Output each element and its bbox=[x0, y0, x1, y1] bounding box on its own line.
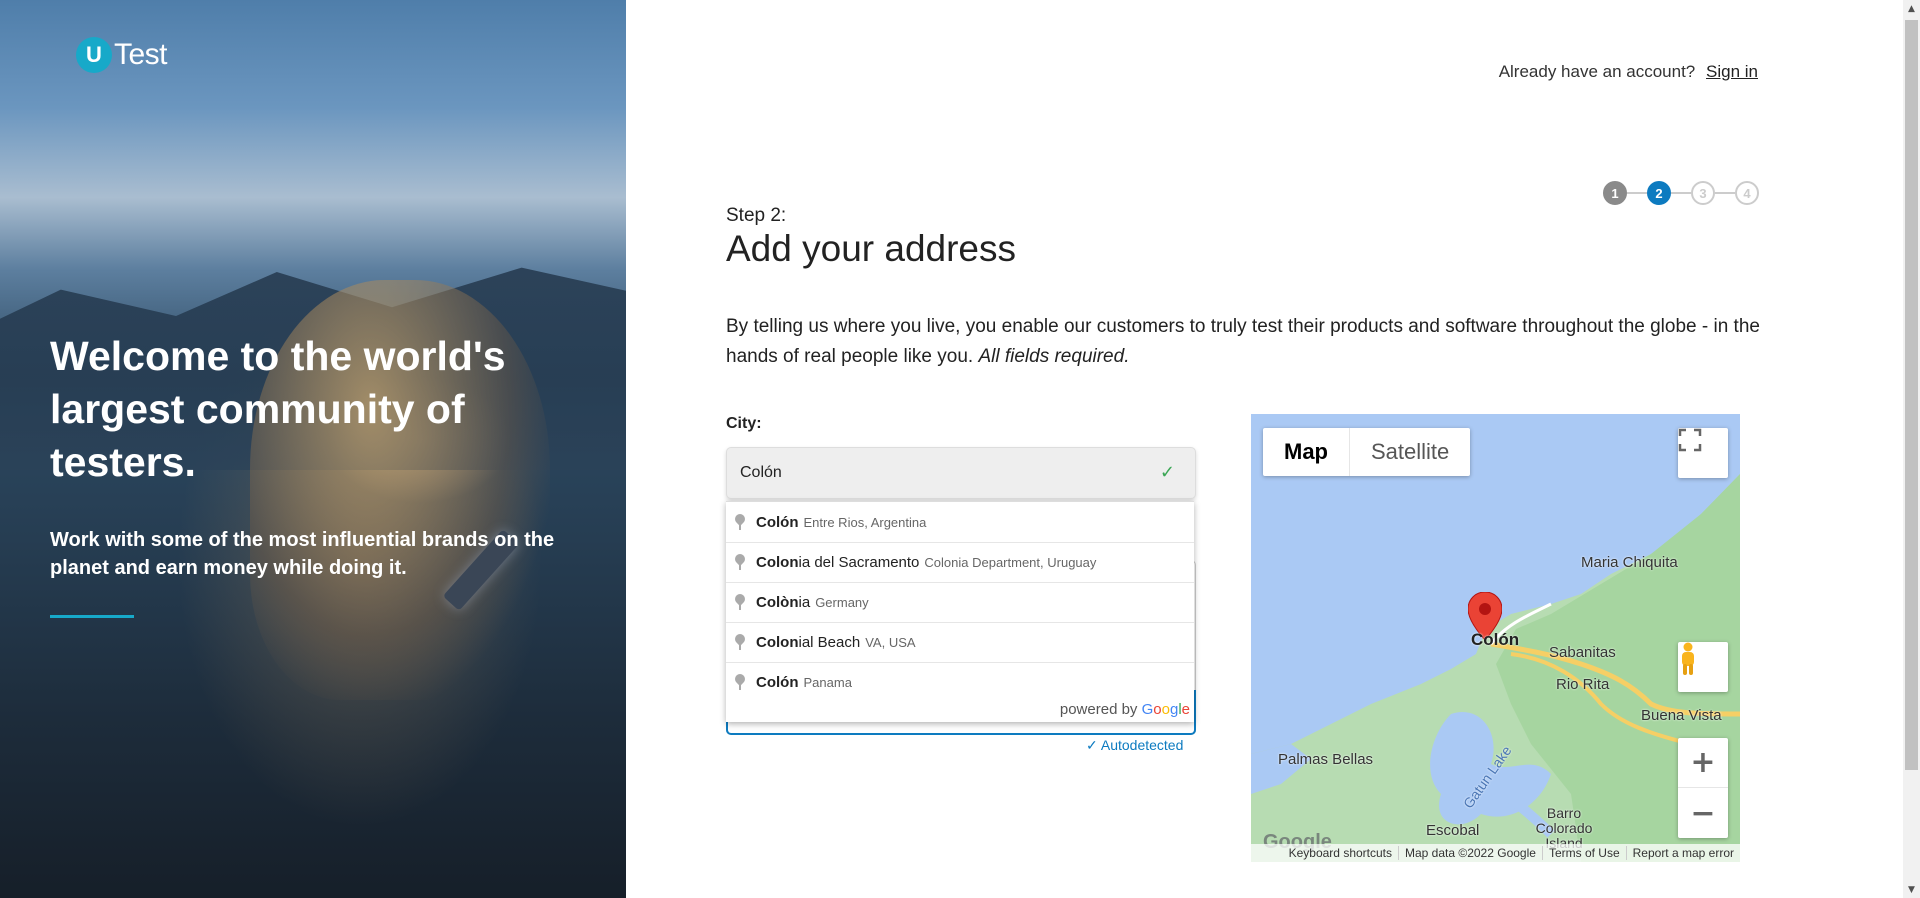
signin-link[interactable]: Sign in bbox=[1706, 62, 1758, 81]
map-label-maria-chiquita: Maria Chiquita bbox=[1581, 554, 1678, 571]
signin-prompt: Already have an account? bbox=[1498, 62, 1696, 81]
step-connector bbox=[1715, 192, 1735, 194]
step-4: 4 bbox=[1735, 181, 1759, 205]
utest-logo[interactable]: U Test bbox=[76, 37, 168, 73]
map-pin-icon bbox=[734, 594, 746, 611]
step-2: 2 bbox=[1647, 181, 1671, 205]
logo-text: Test bbox=[114, 38, 168, 71]
city-field[interactable]: ✓ bbox=[726, 447, 1196, 499]
step-connector bbox=[1627, 192, 1647, 194]
step-3: 3 bbox=[1691, 181, 1715, 205]
map-label-colon: Colón bbox=[1471, 630, 1520, 649]
map-label-escobal: Escobal bbox=[1426, 822, 1480, 839]
zoom-in-button[interactable]: + bbox=[1678, 738, 1728, 788]
signin-row: Already have an account? Sign in bbox=[1499, 62, 1758, 82]
autocomplete-secondary: Entre Rios, Argentina bbox=[803, 514, 927, 530]
autocomplete-match: Colon bbox=[756, 634, 799, 651]
step-connector bbox=[1671, 192, 1691, 194]
city-autocomplete-dropdown: Colón Entre Rios, Argentina Colon ia del … bbox=[726, 501, 1194, 722]
map-pin-icon bbox=[734, 634, 746, 651]
autocomplete-item[interactable]: Colòn ia Germany bbox=[726, 582, 1194, 622]
fullscreen-icon bbox=[1678, 428, 1702, 452]
check-icon: ✓ bbox=[1159, 462, 1175, 483]
page-title: Add your address bbox=[726, 228, 1017, 269]
fullscreen-button[interactable] bbox=[1678, 428, 1728, 478]
report-map-error-link[interactable]: Report a map error bbox=[1625, 846, 1740, 860]
map-data-attribution: Map data ©2022 Google bbox=[1398, 846, 1542, 860]
scroll-down-arrow[interactable]: ▼ bbox=[1903, 881, 1920, 898]
step-label: Step 2: bbox=[726, 205, 787, 226]
map-pin-icon bbox=[734, 674, 746, 691]
powered-by-google: powered by Google bbox=[1060, 701, 1190, 718]
autocomplete-item[interactable]: Colon ial Beach VA, USA bbox=[726, 622, 1194, 662]
zoom-controls: + − bbox=[1678, 738, 1728, 838]
scroll-thumb[interactable] bbox=[1905, 20, 1918, 770]
location-map[interactable]: Map Satellite + − Maria Chiquita Colón S… bbox=[1251, 414, 1740, 862]
pegman-icon bbox=[1682, 642, 1694, 675]
intro-emphasis: All fields required. bbox=[978, 346, 1130, 367]
scroll-up-arrow[interactable]: ▲ bbox=[1903, 0, 1920, 17]
street-view-button[interactable] bbox=[1678, 642, 1728, 692]
map-type-satellite-button[interactable]: Satellite bbox=[1350, 428, 1470, 476]
hero-panel: U Test Welcome to the world's largest co… bbox=[0, 0, 626, 898]
autocomplete-rest: ia bbox=[798, 594, 811, 611]
autocomplete-match: Colòn bbox=[756, 594, 799, 611]
zoom-out-button[interactable]: − bbox=[1678, 788, 1728, 838]
city-label: City: bbox=[726, 415, 762, 432]
terms-of-use-link[interactable]: Terms of Use bbox=[1541, 846, 1626, 860]
map-type-toggle: Map Satellite bbox=[1263, 428, 1471, 476]
powered-by-label: powered by bbox=[1059, 701, 1138, 718]
autocomplete-item[interactable]: Colon ia del Sacramento Colonia Departmen… bbox=[726, 542, 1194, 582]
autocomplete-match: Colón bbox=[756, 513, 799, 531]
autodetected-note: ✓ Autodetected bbox=[1086, 737, 1184, 753]
map-type-map-button[interactable]: Map bbox=[1263, 428, 1350, 476]
autocomplete-rest: ia del Sacramento bbox=[798, 554, 920, 571]
map-label-rio-rita: Rio Rita bbox=[1556, 676, 1610, 693]
map-label-buena-vista: Buena Vista bbox=[1641, 707, 1722, 724]
map-pin-icon bbox=[734, 554, 746, 571]
city-input[interactable] bbox=[727, 448, 1195, 498]
autocomplete-secondary: Colonia Department, Uruguay bbox=[924, 555, 1097, 570]
map-footer: Keyboard shortcuts Map data ©2022 Google… bbox=[1251, 844, 1740, 862]
autodetected-label: Autodetected bbox=[1100, 737, 1184, 753]
autocomplete-rest: ial Beach bbox=[798, 634, 861, 651]
autocomplete-match: Colón bbox=[756, 674, 799, 691]
hero-subtitle: Work with some of the most influential b… bbox=[50, 529, 555, 579]
hero-title: Welcome to the world's largest community… bbox=[50, 333, 506, 485]
autocomplete-secondary: Germany bbox=[815, 595, 869, 610]
autocomplete-item[interactable]: Colón Panama bbox=[726, 662, 1194, 702]
autocomplete-match: Colon bbox=[756, 554, 799, 571]
autocomplete-secondary: VA, USA bbox=[865, 635, 916, 650]
logo-mark: U bbox=[76, 37, 112, 73]
map-label-palmas-bellas: Palmas Bellas bbox=[1278, 751, 1374, 768]
google-wordmark: Google bbox=[1141, 701, 1190, 718]
map-label-sabanitas: Sabanitas bbox=[1549, 644, 1616, 661]
step-indicator: 1 2 3 4 bbox=[1603, 181, 1759, 205]
hero-accent-rule bbox=[50, 615, 134, 618]
map-pin-icon bbox=[734, 514, 746, 531]
autocomplete-secondary: Panama bbox=[803, 675, 852, 690]
autocomplete-item[interactable]: Colón Entre Rios, Argentina bbox=[726, 502, 1194, 542]
page-scrollbar[interactable]: ▲ ▼ bbox=[1903, 0, 1920, 898]
intro-text: By telling us where you live, you enable… bbox=[726, 312, 1766, 372]
keyboard-shortcuts-link[interactable]: Keyboard shortcuts bbox=[1283, 846, 1398, 860]
intro-body: By telling us where you live, you enable… bbox=[726, 316, 1760, 367]
step-1: 1 bbox=[1603, 181, 1627, 205]
